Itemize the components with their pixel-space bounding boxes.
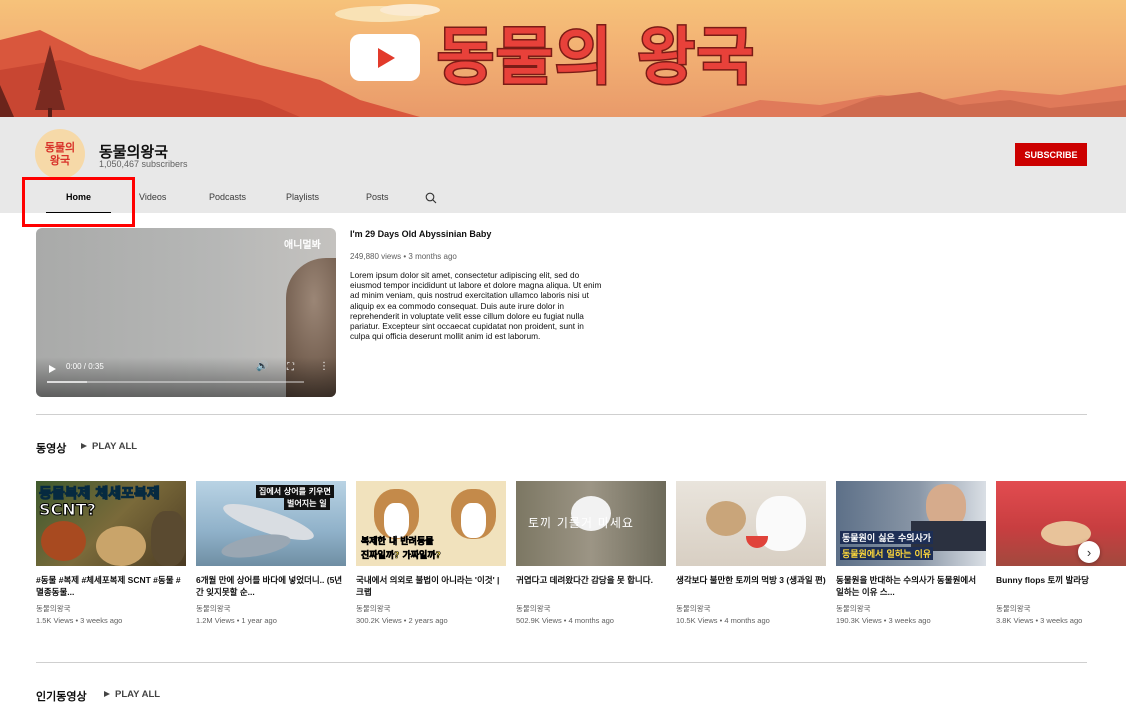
subscribe-button[interactable]: SUBSCRIBE (1015, 143, 1087, 166)
avatar-text-2: 왕국 (49, 154, 71, 167)
video-title[interactable]: 동물원을 반대하는 수의사가 동물원에서 일하는 이유 스... (836, 574, 986, 598)
video-thumbnail[interactable]: 집에서 상어를 키우면 벌어지는 일 (196, 481, 346, 566)
subscriber-count: 1,050,467 subscribers (99, 159, 188, 169)
video-thumbnail[interactable]: 토끼 기를거 마세요 (516, 481, 666, 566)
video-card[interactable]: 복제한 내 반려동물 진짜일까? 가짜일까? 국내에서 의외로 불법이 아니라는… (356, 481, 506, 625)
video-thumbnail[interactable] (996, 481, 1126, 566)
avatar-text-1: 동물의 (44, 141, 76, 154)
video-meta: 10.5K Views • 4 months ago (676, 616, 770, 625)
thumbnail-text: 복제한 내 반려동물 (361, 537, 434, 548)
watermark: 애니멀봐 (284, 240, 321, 251)
divider (36, 414, 1087, 415)
video-card[interactable]: Bunny flops 토끼 발라당 동물의왕국 3.8K Views • 3 … (996, 481, 1126, 625)
play-all-label: PLAY ALL (92, 441, 138, 452)
video-channel[interactable]: 동물의왕국 (676, 603, 826, 614)
video-channel[interactable]: 동물의왕국 (516, 603, 666, 614)
search-icon[interactable] (425, 192, 437, 204)
thumbnail-text: 벌어지는 일 (284, 497, 330, 510)
video-card[interactable]: 생각보다 불만한 토끼의 먹방 3 (생과일 편) 동물의왕국 10.5K Vi… (676, 481, 826, 625)
channel-banner: 동물의 왕국 (0, 0, 1126, 117)
video-channel[interactable]: 동물의왕국 (996, 603, 1126, 614)
channel-header: 동물의 왕국 동물의왕국 1,050,467 subscribers SUBSC… (0, 117, 1126, 213)
video-thumbnail[interactable]: 동물복제 체세포복제 SCNT? (36, 481, 186, 566)
thumbnail-text: 진짜일까? 가짜일까? (361, 551, 441, 562)
tab-podcasts[interactable]: Podcasts (209, 187, 246, 213)
progress-bar[interactable] (47, 381, 304, 383)
tab-videos[interactable]: Videos (139, 187, 166, 213)
featured-title[interactable]: I'm 29 Days Old Abyssinian Baby (350, 229, 491, 239)
video-channel[interactable]: 동물의왕국 (836, 603, 986, 614)
video-meta: 502.9K Views • 4 months ago (516, 616, 614, 625)
video-title[interactable]: 귀엽다고 데려왔다간 감당을 못 합니다. (516, 574, 666, 598)
video-thumbnail[interactable]: 복제한 내 반려동물 진짜일까? 가짜일까? (356, 481, 506, 566)
fullscreen-icon[interactable]: ⛶ (287, 362, 294, 373)
video-channel[interactable]: 동물의왕국 (196, 603, 346, 614)
more-options-icon[interactable]: ⋮ (319, 361, 329, 372)
thumbnail-text: 토끼 기를거 마세요 (528, 516, 634, 530)
video-title[interactable]: 국내에서 의외로 불법이 아니라는 '이것' | 크랩 (356, 574, 506, 598)
scroll-next-button[interactable]: › (1078, 541, 1100, 563)
video-title[interactable]: 6개월 만에 상어를 바다에 넣었더니.. (5년간 잊지못할 순... (196, 574, 346, 598)
channel-avatar[interactable]: 동물의 왕국 (35, 129, 85, 179)
video-thumbnail[interactable]: 동물원이 싫은 수의사가 동물원에서 일하는 이유 (836, 481, 986, 566)
volume-icon[interactable]: 🔊 (256, 361, 268, 372)
thumbnail-text: 동물원에서 일하는 이유 (840, 547, 934, 560)
featured-video-player[interactable]: 애니멀봐 0:00 / 0:35 🔊 ⛶ ⋮ (36, 228, 336, 397)
banner-play-logo (350, 34, 420, 81)
video-card[interactable]: 토끼 기를거 마세요 귀엽다고 데려왔다간 감당을 못 합니다. 동물의왕국 5… (516, 481, 666, 625)
featured-meta: 249,880 views • 3 months ago (350, 252, 457, 261)
player-time: 0:00 / 0:35 (66, 362, 104, 371)
section-title-videos[interactable]: 동영상 (36, 440, 66, 456)
chevron-right-icon: › (1086, 544, 1092, 560)
video-card[interactable]: 동물원이 싫은 수의사가 동물원에서 일하는 이유 동물원을 반대하는 수의사가… (836, 481, 986, 625)
video-card[interactable]: 동물복제 체세포복제 SCNT? #동물 #복제 #체세포복제 SCNT #동물… (36, 481, 186, 625)
video-meta: 1.5K Views • 3 weeks ago (36, 616, 123, 625)
banner-title: 동물의 왕국 (436, 20, 756, 93)
video-channel[interactable]: 동물의왕국 (36, 603, 186, 614)
play-all-label: PLAY ALL (115, 689, 161, 700)
divider (36, 662, 1087, 663)
thumbnail-text: 동물원이 싫은 수의사가 (840, 531, 934, 544)
tab-posts[interactable]: Posts (366, 187, 389, 213)
video-meta: 300.2K Views • 2 years ago (356, 616, 448, 625)
video-meta: 190.3K Views • 3 weeks ago (836, 616, 931, 625)
tab-playlists[interactable]: Playlists (286, 187, 319, 213)
home-tab-highlight-box (22, 177, 135, 227)
video-meta: 1.2M Views • 1 year ago (196, 616, 277, 625)
video-title[interactable]: 생각보다 불만한 토끼의 먹방 3 (생과일 편) (676, 574, 826, 598)
thumbnail-text: SCNT? (39, 500, 97, 520)
video-channel[interactable]: 동물의왕국 (356, 603, 506, 614)
video-thumbnail[interactable] (676, 481, 826, 566)
video-title[interactable]: Bunny flops 토끼 발라당 (996, 574, 1126, 598)
video-card[interactable]: 집에서 상어를 키우면 벌어지는 일 6개월 만에 상어를 바다에 넣었더니..… (196, 481, 346, 625)
section-title-popular[interactable]: 인기동영상 (36, 688, 87, 704)
featured-description: Lorem ipsum dolor sit amet, consectetur … (350, 270, 602, 342)
play-all-button[interactable]: PLAY ALL (104, 689, 160, 700)
video-title[interactable]: #동물 #복제 #체세포복제 SCNT #동물 #멸종동물... (36, 574, 186, 598)
video-meta: 3.8K Views • 3 weeks ago (996, 616, 1083, 625)
play-all-button[interactable]: PLAY ALL (81, 441, 137, 452)
play-icon[interactable] (49, 365, 56, 373)
